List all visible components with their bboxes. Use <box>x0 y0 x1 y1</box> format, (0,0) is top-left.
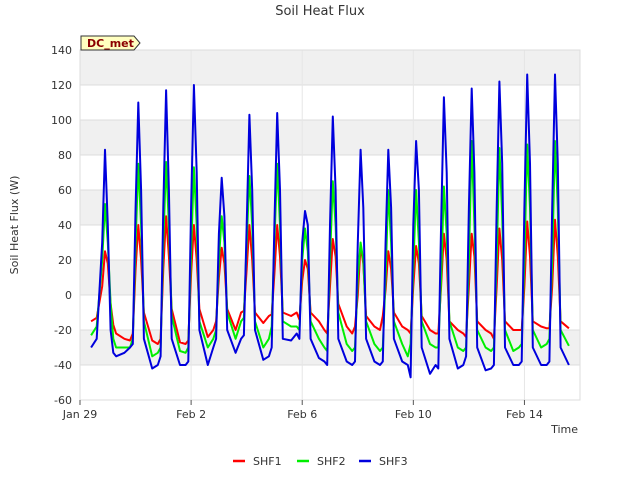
grid-band <box>80 50 580 85</box>
y-tick-label: 140 <box>51 44 72 57</box>
y-tick-label: -20 <box>54 324 72 337</box>
x-tick-label: Jan 29 <box>62 408 97 421</box>
y-axis-ticks: -60 -40 -20 0 20 40 60 80 100 120 140 <box>51 44 72 407</box>
y-tick-label: 100 <box>51 114 72 127</box>
x-axis-label: Time <box>550 423 578 436</box>
y-tick-label: 120 <box>51 79 72 92</box>
y-axis-label: Soil Heat Flux (W) <box>8 176 21 275</box>
legend: SHF1 SHF2 SHF3 <box>233 455 408 468</box>
grid-band <box>80 120 580 155</box>
y-tick-label: 40 <box>58 219 72 232</box>
y-tick-label: -60 <box>54 394 72 407</box>
y-tick-label: 20 <box>58 254 72 267</box>
legend-label-shf2: SHF2 <box>317 455 346 468</box>
x-tick-label: Feb 14 <box>506 408 543 421</box>
x-tick-label: Feb 6 <box>287 408 317 421</box>
x-tick-label: Feb 2 <box>176 408 206 421</box>
legend-label-shf3: SHF3 <box>379 455 408 468</box>
badge-label: DC_met <box>87 37 134 50</box>
y-tick-label: -40 <box>54 359 72 372</box>
legend-label-shf1: SHF1 <box>253 455 282 468</box>
x-axis-ticks: Jan 29 Feb 2 Feb 6 Feb 10 Feb 14 <box>62 400 543 421</box>
y-tick-label: 80 <box>58 149 72 162</box>
chart-title: Soil Heat Flux <box>275 4 365 19</box>
dc-met-badge: DC_met <box>80 35 141 51</box>
y-tick-label: 0 <box>65 289 72 302</box>
y-tick-label: 60 <box>58 184 72 197</box>
soil-heat-flux-chart: -60 -40 -20 0 20 40 60 80 100 120 140 Jan 29 Feb 2 F… <box>8 4 581 468</box>
x-tick-label: Feb 10 <box>395 408 432 421</box>
